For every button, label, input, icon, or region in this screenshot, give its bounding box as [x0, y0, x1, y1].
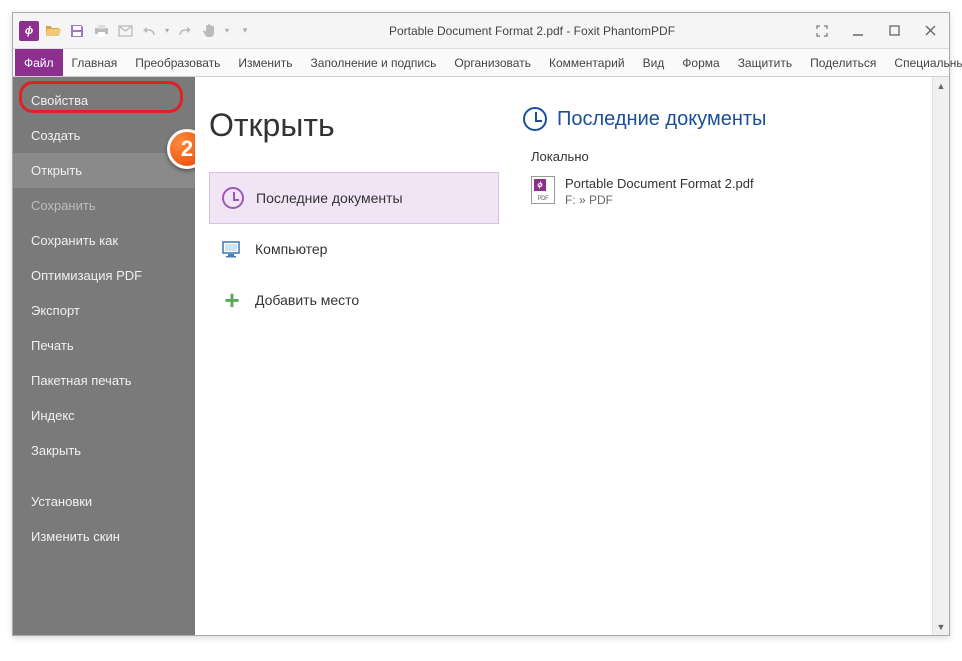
open-sources-column: Открыть Последние документы Компьютер + …: [209, 107, 499, 625]
clock-icon: [523, 107, 547, 131]
tab-view[interactable]: Вид: [634, 49, 674, 76]
fullscreen-icon[interactable]: [809, 21, 835, 41]
window-controls: [809, 21, 943, 41]
pdf-file-icon: ϕ PDF: [531, 176, 555, 204]
minimize-icon[interactable]: [845, 21, 871, 41]
app-window: ϕ ▾ ▾ ▾ Port: [12, 12, 950, 636]
scroll-down-icon[interactable]: ▼: [933, 618, 949, 635]
plus-icon: +: [221, 289, 243, 311]
quick-access-toolbar: ϕ ▾ ▾ ▾: [19, 21, 255, 41]
tab-comment[interactable]: Комментарий: [540, 49, 634, 76]
recent-section-title: Последние документы: [523, 107, 935, 131]
app-icon: ϕ: [19, 21, 39, 41]
recent-file-entry[interactable]: ϕ PDF Portable Document Format 2.pdf F: …: [523, 172, 935, 211]
tab-share[interactable]: Поделиться: [801, 49, 885, 76]
sidebar-item-preferences[interactable]: Установки: [13, 484, 195, 519]
window-title: Portable Document Format 2.pdf - Foxit P…: [255, 24, 809, 38]
sidebar-item-export[interactable]: Экспорт: [13, 293, 195, 328]
source-label: Добавить место: [255, 292, 359, 308]
vertical-scrollbar[interactable]: ▲ ▼: [932, 77, 949, 635]
open-icon[interactable]: [43, 21, 63, 41]
source-label: Последние документы: [256, 190, 403, 206]
content-area: Свойства Создать Открыть Сохранить Сохра…: [13, 77, 949, 635]
tab-file[interactable]: Файл: [15, 49, 63, 76]
ribbon-tabs: Файл Главная Преобразовать Изменить Запо…: [13, 49, 949, 77]
tab-edit[interactable]: Изменить: [229, 49, 301, 76]
tab-form[interactable]: Форма: [673, 49, 728, 76]
print-icon[interactable]: [91, 21, 111, 41]
sidebar-item-print[interactable]: Печать: [13, 328, 195, 363]
undo-dropdown-icon[interactable]: ▾: [163, 21, 171, 41]
recent-group-local: Локально: [531, 149, 935, 164]
hand-dropdown-icon[interactable]: ▾: [223, 21, 231, 41]
titlebar: ϕ ▾ ▾ ▾ Port: [13, 13, 949, 49]
clock-icon: [222, 187, 244, 209]
sidebar-item-properties[interactable]: Свойства: [13, 83, 195, 118]
sidebar-item-save: Сохранить: [13, 188, 195, 223]
undo-icon[interactable]: [139, 21, 159, 41]
qat-dropdown-icon[interactable]: ▾: [235, 21, 255, 41]
redo-icon[interactable]: [175, 21, 195, 41]
tab-convert[interactable]: Преобразовать: [126, 49, 229, 76]
sidebar-item-optimize[interactable]: Оптимизация PDF: [13, 258, 195, 293]
maximize-icon[interactable]: [881, 21, 907, 41]
recent-documents-column: Последние документы Локально ϕ PDF Porta…: [523, 107, 935, 625]
sidebar-item-skin[interactable]: Изменить скин: [13, 519, 195, 554]
source-recent-documents[interactable]: Последние документы: [209, 172, 499, 224]
sidebar-item-close[interactable]: Закрыть: [13, 433, 195, 468]
sidebar-item-save-as[interactable]: Сохранить как: [13, 223, 195, 258]
email-icon[interactable]: [115, 21, 135, 41]
recent-file-name: Portable Document Format 2.pdf: [565, 176, 754, 191]
page-title: Открыть: [209, 107, 499, 144]
sidebar-item-index[interactable]: Индекс: [13, 398, 195, 433]
close-icon[interactable]: [917, 21, 943, 41]
save-icon[interactable]: [67, 21, 87, 41]
computer-icon: [221, 238, 243, 260]
source-label: Компьютер: [255, 241, 327, 257]
recent-file-path: F: » PDF: [565, 193, 754, 207]
source-computer[interactable]: Компьютер: [209, 224, 499, 275]
sidebar-item-batch-print[interactable]: Пакетная печать: [13, 363, 195, 398]
sidebar-item-open[interactable]: Открыть: [13, 153, 195, 188]
source-add-place[interactable]: + Добавить место: [209, 275, 499, 326]
hand-icon[interactable]: [199, 21, 219, 41]
tab-fill-sign[interactable]: Заполнение и подпись: [302, 49, 446, 76]
tab-special[interactable]: Специальные: [885, 49, 962, 76]
tab-protect[interactable]: Защитить: [729, 49, 801, 76]
tab-organize[interactable]: Организовать: [445, 49, 540, 76]
main-panel: Открыть Последние документы Компьютер + …: [195, 77, 949, 635]
tab-home[interactable]: Главная: [63, 49, 127, 76]
scroll-up-icon[interactable]: ▲: [933, 77, 949, 94]
file-menu-sidebar: Свойства Создать Открыть Сохранить Сохра…: [13, 77, 195, 635]
